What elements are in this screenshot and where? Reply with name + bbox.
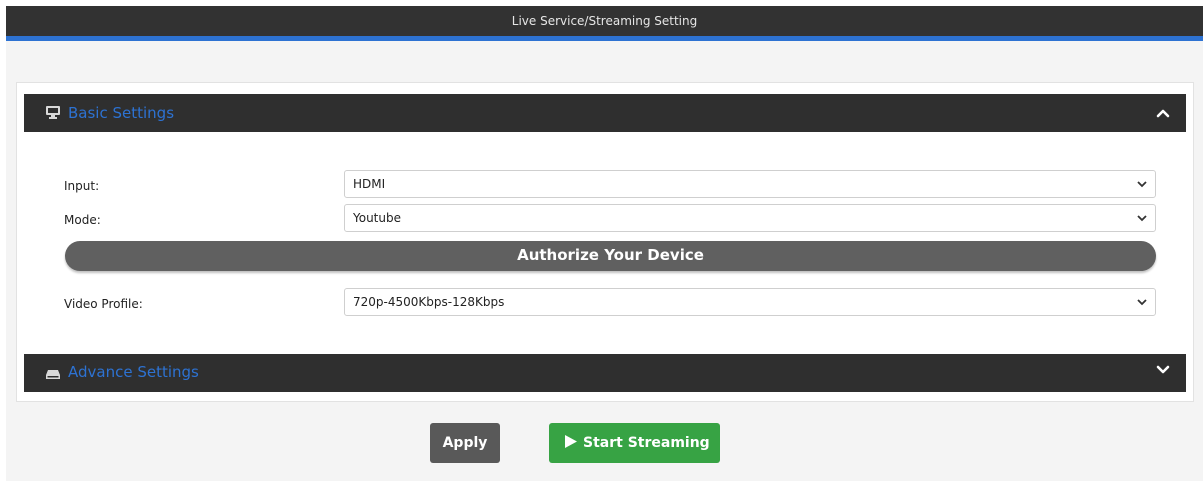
input-select-value: HDMI [353,177,386,191]
mode-label: Mode: [64,213,101,227]
basic-settings-header[interactable]: Basic Settings [24,94,1186,132]
video-profile-select[interactable]: 720p-4500Kbps-128Kbps [344,288,1156,316]
monitor-icon [46,106,60,119]
basic-settings-title: Basic Settings [68,104,175,122]
title-accent-bar [6,36,1203,41]
chevron-up-icon[interactable] [1156,106,1170,120]
settings-panel: Basic Settings Input: HDMI Mode: Youtube… [16,82,1194,402]
video-profile-select-value: 720p-4500Kbps-128Kbps [353,295,505,309]
advance-settings-title: Advance Settings [68,363,199,381]
video-profile-label: Video Profile: [64,297,143,311]
input-select[interactable]: HDMI [344,170,1156,198]
mode-select-value: Youtube [353,211,401,225]
advance-settings-header[interactable]: Advance Settings [24,354,1186,392]
chevron-down-icon[interactable] [1156,363,1170,377]
chevron-down-icon [1137,299,1147,306]
chevron-down-icon [1137,181,1147,188]
page-title: Live Service/Streaming Setting [6,6,1203,36]
streaming-settings-page: Live Service/Streaming Setting Basic Set… [6,6,1203,481]
start-streaming-label: Start Streaming [583,435,710,451]
input-label: Input: [64,179,100,193]
mode-select[interactable]: Youtube [344,204,1156,232]
chevron-down-icon [1137,215,1147,222]
apply-button[interactable]: Apply [430,423,500,463]
play-icon [565,435,577,448]
start-streaming-button[interactable]: Start Streaming [549,423,720,463]
authorize-device-button[interactable]: Authorize Your Device [65,241,1156,271]
drive-icon [46,370,60,379]
